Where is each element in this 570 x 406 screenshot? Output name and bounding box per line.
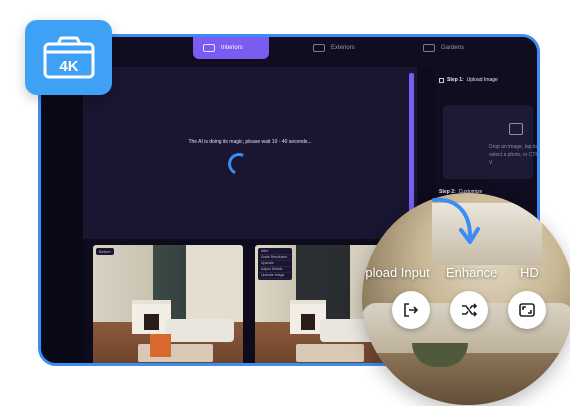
sofa <box>165 319 234 342</box>
hd-button[interactable] <box>508 291 546 329</box>
menu-item[interactable]: Upscale Image <box>259 273 291 279</box>
step-1-prefix: Step 1: <box>447 77 464 83</box>
shuffle-icon <box>462 303 478 317</box>
upload-input-button[interactable] <box>392 291 430 329</box>
upload-icon <box>439 77 444 83</box>
badge-4k: 4K <box>25 20 112 95</box>
loading-spinner <box>224 149 254 179</box>
hd-label: HD <box>520 265 539 280</box>
status-message: The AI is doing its magic, please wait 1… <box>188 139 312 145</box>
sofa-icon <box>203 44 215 52</box>
badge-label: 4K <box>59 58 78 75</box>
tab-label: Gardens <box>441 45 465 51</box>
result-area: The AI is doing its magic, please wait 1… <box>83 67 417 239</box>
exit-icon <box>404 303 419 317</box>
photo-label: Before <box>96 248 114 255</box>
upload-dropzone[interactable]: Drop an image, tap to select a photo, or… <box>443 105 537 179</box>
upload-input-label: Upload Input <box>362 265 430 280</box>
curved-arrow-icon <box>432 197 480 244</box>
before-photo[interactable]: Before <box>93 245 243 363</box>
expand-icon <box>519 303 535 317</box>
garden-icon <box>423 44 435 52</box>
tab-exteriors[interactable]: Exteriors <box>303 37 383 59</box>
upload-hint: Drop an image, tap to select a photo, or… <box>489 144 540 166</box>
tab-gardens[interactable]: Gardens <box>413 37 483 59</box>
tab-label: Exteriors <box>331 45 355 51</box>
camera-4k-icon: 4K <box>43 36 95 79</box>
enhance-label: Enhance <box>446 265 498 280</box>
step-1-heading: Step 1: Upload Image <box>439 77 498 83</box>
step-1-text: Upload Image <box>466 77 498 83</box>
tab-label: Interiors <box>221 45 243 51</box>
tab-bar: Interiors Exteriors Gardens <box>83 37 537 67</box>
enhance-button[interactable] <box>450 291 488 329</box>
tab-interiors[interactable]: Interiors <box>193 37 269 59</box>
stage: Interiors Exteriors Gardens The AI is do… <box>0 0 570 406</box>
photo-menu: After Scale Resolution Upscale Adjust De… <box>258 248 292 280</box>
image-icon <box>509 123 523 135</box>
house-icon <box>313 44 325 52</box>
